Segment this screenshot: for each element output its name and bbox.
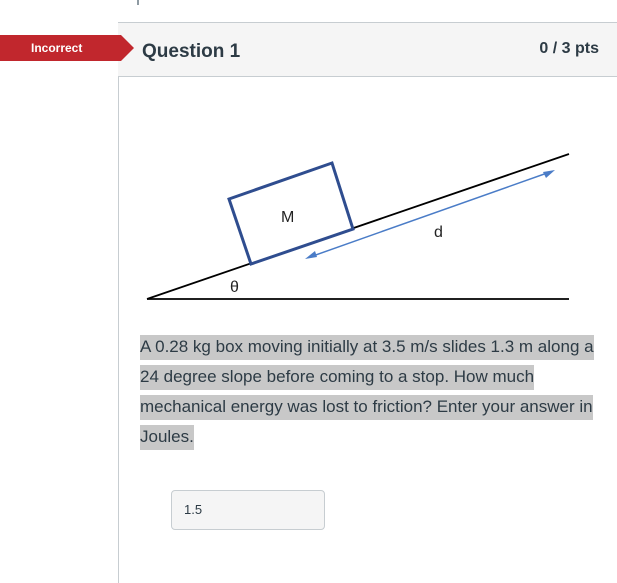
distance-arrow-head-right <box>543 170 555 178</box>
mass-label: M <box>281 209 294 226</box>
incline-diagram: M d θ <box>146 153 570 300</box>
answer-input[interactable]: 1.5 <box>171 490 325 530</box>
status-label: Incorrect <box>31 41 83 55</box>
question-header: Question 1 0 / 3 pts <box>118 22 617 77</box>
question-points: 0 / 3 pts <box>539 40 599 57</box>
incorrect-status-badge: Incorrect <box>0 35 134 61</box>
question-text: A 0.28 kg box moving initially at 3.5 m/… <box>140 332 598 452</box>
question-text-highlight: A 0.28 kg box moving initially at 3.5 m/… <box>140 335 594 450</box>
incline-line <box>146 153 570 300</box>
question-title: Question 1 <box>142 41 241 62</box>
distance-label: d <box>434 224 443 241</box>
angle-label: θ <box>230 279 239 296</box>
distance-arrow-head-left <box>305 251 317 259</box>
answer-value: 1.5 <box>184 502 203 517</box>
top-divider-remnant <box>137 0 139 5</box>
